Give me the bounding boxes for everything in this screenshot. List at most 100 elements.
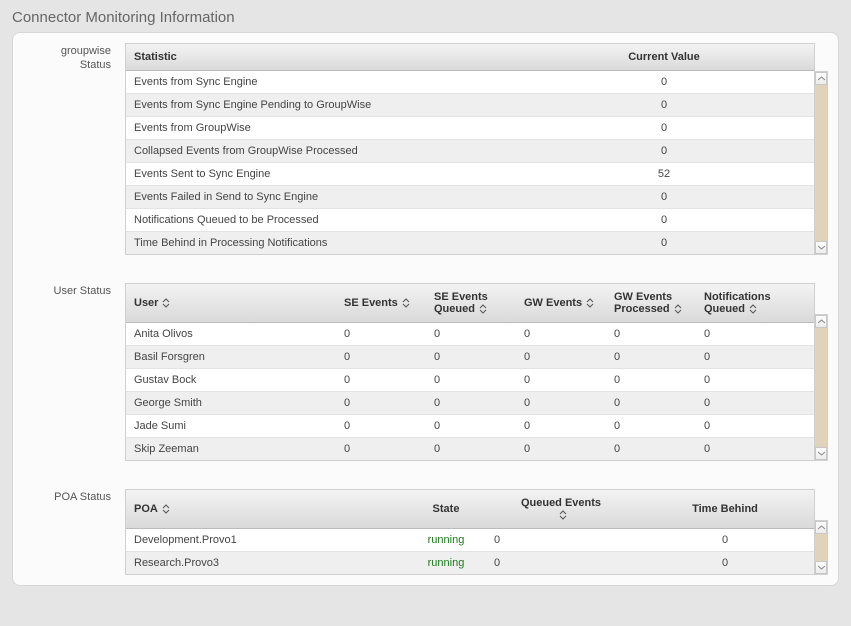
cell-se-events: 0 <box>336 346 426 369</box>
sort-icon <box>586 298 594 309</box>
cell-user: Anita Olivos <box>126 323 336 346</box>
col-current-value[interactable]: Current Value <box>514 44 814 71</box>
table-row: Gustav Bock00000 <box>126 369 814 392</box>
sort-icon <box>559 510 567 521</box>
col-notifications-queued[interactable]: Notifications Queued <box>696 284 814 323</box>
cell-user: George Smith <box>126 392 336 415</box>
col-user[interactable]: User <box>126 284 336 323</box>
cell-statistic: Collapsed Events from GroupWise Processe… <box>126 140 514 163</box>
section-user-status: User Status User SE Events SE Events Que… <box>13 283 828 461</box>
table-row: Time Behind in Processing Notifications0 <box>126 232 814 255</box>
table-row: Jade Sumi00000 <box>126 415 814 438</box>
table-row: Events Sent to Sync Engine52 <box>126 163 814 186</box>
table-row: Events from Sync Engine Pending to Group… <box>126 94 814 117</box>
cell-se-events-queued: 0 <box>426 392 516 415</box>
table-row: George Smith00000 <box>126 392 814 415</box>
col-se-events-label: SE Events <box>344 297 398 309</box>
groupwise-scrollbar[interactable] <box>815 71 828 255</box>
cell-time-behind: 0 <box>636 552 814 575</box>
cell-se-events: 0 <box>336 392 426 415</box>
label-groupwise-line1: groupwise <box>61 45 111 57</box>
table-row: Basil Forsgren00000 <box>126 346 814 369</box>
cell-value: 0 <box>514 186 814 209</box>
cell-statistic: Time Behind in Processing Notifications <box>126 232 514 255</box>
main-panel: groupwise Status Statistic Current Value… <box>12 32 839 586</box>
scroll-down-icon[interactable] <box>815 447 827 460</box>
cell-state: running <box>406 552 486 575</box>
section-poa-status: POA Status POA State Queued Events Time … <box>13 489 828 575</box>
cell-queued-events: 0 <box>486 552 636 575</box>
cell-gw-events: 0 <box>516 369 606 392</box>
cell-user: Skip Zeeman <box>126 438 336 461</box>
sort-icon <box>162 504 170 515</box>
section-label-poa: POA Status <box>13 489 125 575</box>
col-poa-label: POA <box>134 503 158 515</box>
cell-user: Basil Forsgren <box>126 346 336 369</box>
scroll-track[interactable] <box>815 328 827 447</box>
cell-gw-events: 0 <box>516 438 606 461</box>
table-row: Development.Provo1running00 <box>126 529 814 552</box>
scroll-track[interactable] <box>815 534 827 561</box>
cell-notifications-queued: 0 <box>696 369 814 392</box>
sort-icon <box>674 304 682 315</box>
label-groupwise-line2: Status <box>80 59 111 71</box>
cell-value: 0 <box>514 140 814 163</box>
cell-se-events: 0 <box>336 323 426 346</box>
scroll-up-icon[interactable] <box>815 72 827 85</box>
cell-gw-events-processed: 0 <box>606 392 696 415</box>
poa-scrollbar[interactable] <box>815 520 828 575</box>
cell-gw-events: 0 <box>516 323 606 346</box>
cell-value: 0 <box>514 71 814 94</box>
cell-state: running <box>406 529 486 552</box>
cell-gw-events: 0 <box>516 392 606 415</box>
table-row: Events from Sync Engine0 <box>126 71 814 94</box>
scroll-up-icon[interactable] <box>815 315 827 328</box>
scroll-track[interactable] <box>815 85 827 241</box>
cell-se-events: 0 <box>336 415 426 438</box>
cell-value: 0 <box>514 209 814 232</box>
col-queued-events-label: Queued Events <box>521 497 601 509</box>
cell-user: Gustav Bock <box>126 369 336 392</box>
scroll-up-icon[interactable] <box>815 521 827 534</box>
sort-icon <box>402 298 410 309</box>
col-statistic[interactable]: Statistic <box>126 44 514 71</box>
col-notifications-queued-label: Notifications Queued <box>704 291 771 315</box>
cell-value: 0 <box>514 117 814 140</box>
col-queued-events[interactable]: Queued Events <box>486 490 636 529</box>
cell-se-events-queued: 0 <box>426 346 516 369</box>
user-scrollbar[interactable] <box>815 314 828 461</box>
col-gw-events[interactable]: GW Events <box>516 284 606 323</box>
table-row: Events Failed in Send to Sync Engine0 <box>126 186 814 209</box>
cell-statistic: Events from Sync Engine <box>126 71 514 94</box>
user-table: User SE Events SE Events Queued GW Event… <box>125 283 815 461</box>
cell-notifications-queued: 0 <box>696 392 814 415</box>
cell-poa: Research.Provo3 <box>126 552 406 575</box>
cell-se-events-queued: 0 <box>426 415 516 438</box>
cell-notifications-queued: 0 <box>696 346 814 369</box>
cell-statistic: Events Sent to Sync Engine <box>126 163 514 186</box>
scroll-down-icon[interactable] <box>815 241 827 254</box>
cell-se-events: 0 <box>336 369 426 392</box>
scroll-down-icon[interactable] <box>815 561 827 574</box>
col-gw-events-processed[interactable]: GW Events Processed <box>606 284 696 323</box>
cell-notifications-queued: 0 <box>696 323 814 346</box>
cell-statistic: Events from GroupWise <box>126 117 514 140</box>
cell-value: 0 <box>514 232 814 255</box>
cell-time-behind: 0 <box>636 529 814 552</box>
section-label-groupwise: groupwise Status <box>13 43 125 255</box>
col-state[interactable]: State <box>406 490 486 529</box>
sort-icon <box>162 298 170 309</box>
col-se-events[interactable]: SE Events <box>336 284 426 323</box>
cell-se-events-queued: 0 <box>426 438 516 461</box>
cell-value: 52 <box>514 163 814 186</box>
table-row: Notifications Queued to be Processed0 <box>126 209 814 232</box>
col-gw-events-label: GW Events <box>524 297 582 309</box>
cell-notifications-queued: 0 <box>696 438 814 461</box>
col-se-events-queued[interactable]: SE Events Queued <box>426 284 516 323</box>
cell-statistic: Events Failed in Send to Sync Engine <box>126 186 514 209</box>
table-row: Anita Olivos00000 <box>126 323 814 346</box>
cell-gw-events-processed: 0 <box>606 438 696 461</box>
col-poa[interactable]: POA <box>126 490 406 529</box>
cell-queued-events: 0 <box>486 529 636 552</box>
col-time-behind[interactable]: Time Behind <box>636 490 814 529</box>
